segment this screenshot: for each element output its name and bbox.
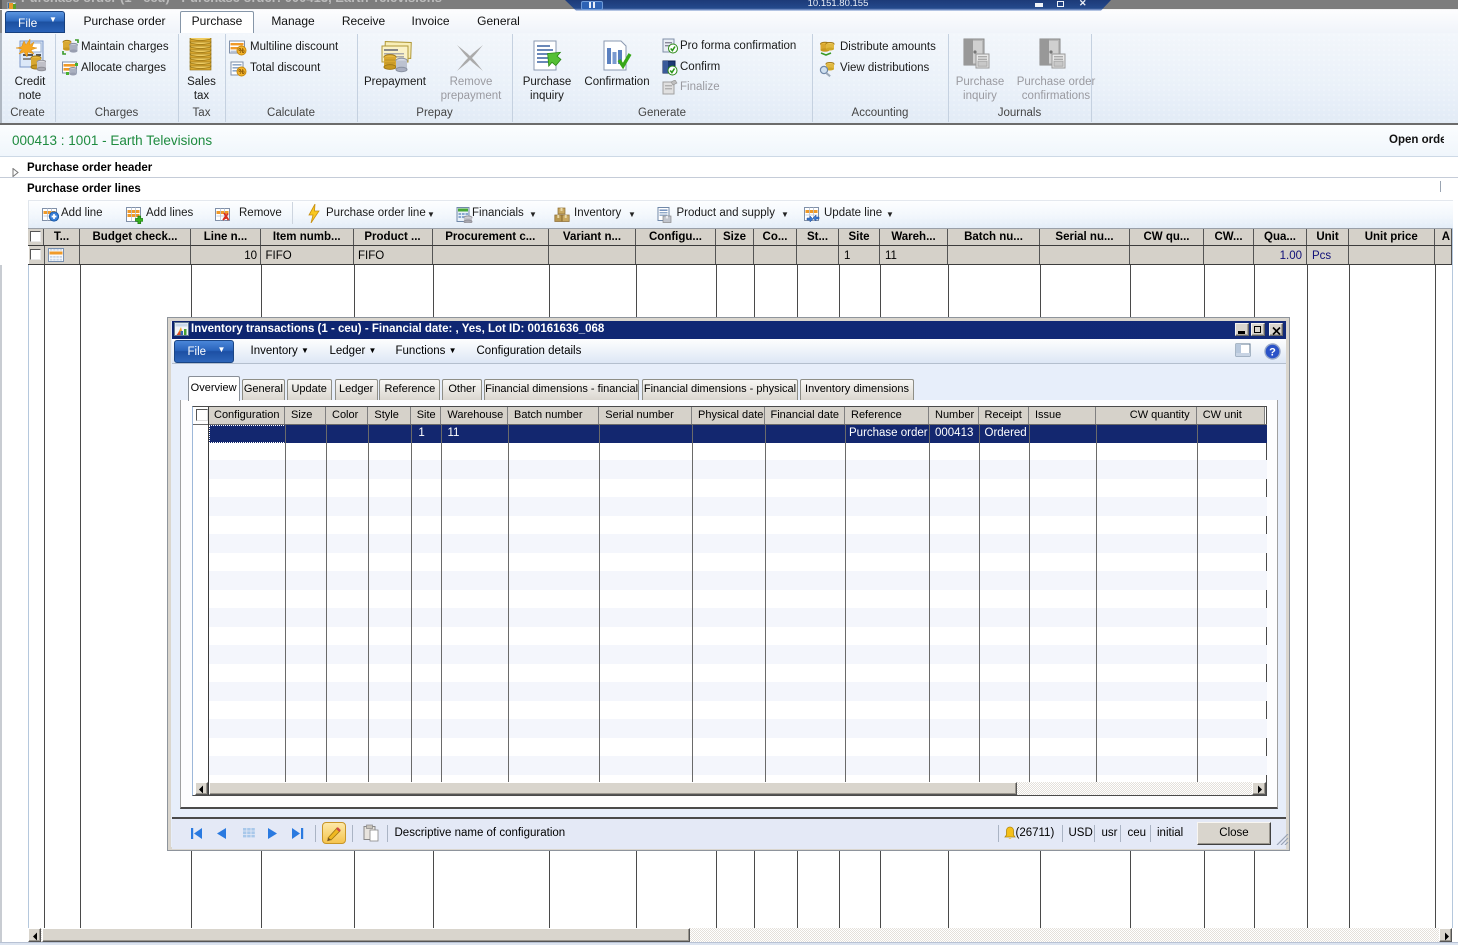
svg-text:%: % <box>238 48 245 55</box>
svg-text:%: % <box>238 69 245 76</box>
svg-text:?: ? <box>1269 346 1276 358</box>
